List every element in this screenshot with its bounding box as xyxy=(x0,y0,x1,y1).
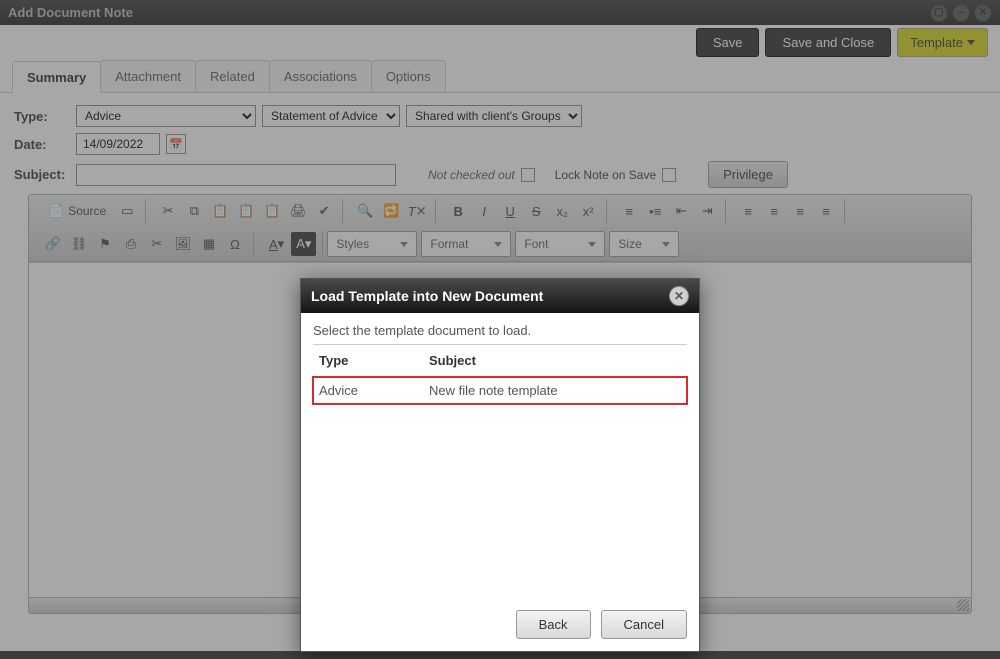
modal-close-button[interactable]: ✕ xyxy=(669,286,689,306)
tab-summary[interactable]: Summary xyxy=(12,61,101,93)
template-row-subject: New file note template xyxy=(423,377,687,405)
outdent-icon[interactable]: ⇤ xyxy=(669,199,693,223)
type-select[interactable]: Advice xyxy=(76,105,256,127)
cancel-button[interactable]: Cancel xyxy=(601,610,687,639)
textcolor-icon[interactable]: A▾ xyxy=(264,232,289,256)
format-select[interactable]: Format xyxy=(421,231,511,257)
template-button-label: Template xyxy=(910,35,963,50)
window-close-icon[interactable]: ✕ xyxy=(974,4,992,22)
align-right-icon[interactable]: ≡ xyxy=(788,199,812,223)
modal-titlebar: Load Template into New Document ✕ xyxy=(301,279,699,313)
paste-word-icon[interactable]: 📋 xyxy=(260,199,284,223)
save-close-button[interactable]: Save and Close xyxy=(765,28,891,57)
bold-icon[interactable]: B xyxy=(446,199,470,223)
copy-icon[interactable]: ⧉ xyxy=(182,199,206,223)
styles-label: Styles xyxy=(336,237,369,251)
anchor-icon[interactable]: ⎙ xyxy=(119,232,143,256)
source-label: Source xyxy=(68,204,106,218)
table-icon[interactable]: ▦ xyxy=(197,232,221,256)
paste-text-icon[interactable]: 📋 xyxy=(234,199,258,223)
link-icon[interactable]: 🔗 xyxy=(41,232,65,256)
lock-checkbox[interactable] xyxy=(662,168,676,182)
unlink-icon[interactable]: ⛓ xyxy=(67,232,91,256)
date-label: Date: xyxy=(14,137,70,152)
window-restore-icon[interactable]: ▢ xyxy=(930,4,948,22)
newpage-icon[interactable]: ▭ xyxy=(115,199,139,223)
superscript-icon[interactable]: x² xyxy=(576,199,600,223)
tab-related[interactable]: Related xyxy=(195,60,270,92)
source-button[interactable]: 📄Source xyxy=(41,199,113,223)
cut-icon[interactable]: ✂ xyxy=(156,199,180,223)
modal-title-text: Load Template into New Document xyxy=(311,288,543,304)
calendar-icon[interactable]: 📅 xyxy=(166,134,186,154)
chevron-down-icon xyxy=(967,40,975,45)
resize-grip-icon[interactable] xyxy=(957,599,969,611)
tab-options[interactable]: Options xyxy=(371,60,446,92)
action-bar: Save Save and Close Template xyxy=(0,25,1000,60)
bgcolor-icon[interactable]: A▾ xyxy=(291,232,316,256)
strike-icon[interactable]: S xyxy=(524,199,548,223)
type-select-2[interactable]: Statement of Advice xyxy=(262,105,400,127)
subscript-icon[interactable]: x₂ xyxy=(550,199,574,223)
replace-icon[interactable]: 🔁 xyxy=(379,199,403,223)
image-icon[interactable]: 🖼 xyxy=(171,232,195,256)
back-button[interactable]: Back xyxy=(516,610,591,639)
align-left-icon[interactable]: ≡ xyxy=(736,199,760,223)
size-label: Size xyxy=(618,237,641,251)
privilege-button[interactable]: Privilege xyxy=(708,161,788,188)
date-input[interactable] xyxy=(76,133,160,155)
lock-label: Lock Note on Save xyxy=(555,168,656,182)
remove-format-icon[interactable]: T⨯ xyxy=(405,199,429,223)
bottom-strip xyxy=(0,651,1000,659)
size-select[interactable]: Size xyxy=(609,231,679,257)
indent-icon[interactable]: ⇥ xyxy=(695,199,719,223)
type-label: Type: xyxy=(14,109,70,124)
template-grid: Type Subject Advice New file note templa… xyxy=(313,344,687,594)
subject-label: Subject: xyxy=(14,167,70,182)
template-row[interactable]: Advice New file note template xyxy=(313,377,687,405)
bullet-list-icon[interactable]: •≡ xyxy=(643,199,667,223)
font-label: Font xyxy=(524,237,548,251)
window-title: Add Document Note xyxy=(8,5,133,20)
type-select-3[interactable]: Shared with client's Groups xyxy=(406,105,582,127)
checked-out-checkbox[interactable] xyxy=(521,168,535,182)
tab-attachment[interactable]: Attachment xyxy=(100,60,196,92)
find-icon[interactable]: 🔍 xyxy=(353,199,377,223)
italic-icon[interactable]: I xyxy=(472,199,496,223)
format-label: Format xyxy=(430,237,468,251)
paste-icon[interactable]: 📋 xyxy=(208,199,232,223)
template-dropdown-button[interactable]: Template xyxy=(897,28,988,57)
tabstrip: Summary Attachment Related Associations … xyxy=(0,60,1000,93)
col-type-header: Type xyxy=(313,345,423,377)
styles-select[interactable]: Styles xyxy=(327,231,417,257)
editor-toolbar: 📄Source ▭ ✂ ⧉ 📋 📋 📋 🖨 ✔ 🔍 🔁 T⨯ B I U xyxy=(29,195,971,262)
cut2-icon[interactable]: ✂ xyxy=(145,232,169,256)
align-center-icon[interactable]: ≡ xyxy=(762,199,786,223)
subject-input[interactable] xyxy=(76,164,396,186)
load-template-modal: Load Template into New Document ✕ Select… xyxy=(300,278,700,652)
checked-out-status: Not checked out xyxy=(428,168,515,182)
flag-icon[interactable]: ⚑ xyxy=(93,232,117,256)
window-minimize-icon[interactable]: – xyxy=(952,4,970,22)
tab-associations[interactable]: Associations xyxy=(269,60,372,92)
align-justify-icon[interactable]: ≡ xyxy=(814,199,838,223)
font-select[interactable]: Font xyxy=(515,231,605,257)
underline-icon[interactable]: U xyxy=(498,199,522,223)
save-button[interactable]: Save xyxy=(696,28,760,57)
modal-instruction: Select the template document to load. xyxy=(313,323,687,338)
numbered-list-icon[interactable]: ≡ xyxy=(617,199,641,223)
spellcheck-icon[interactable]: ✔ xyxy=(312,199,336,223)
col-subject-header: Subject xyxy=(423,345,687,377)
print-icon[interactable]: 🖨 xyxy=(286,199,310,223)
window-titlebar: Add Document Note ▢ – ✕ xyxy=(0,0,1000,25)
omega-icon[interactable]: Ω xyxy=(223,232,247,256)
template-row-type: Advice xyxy=(313,377,423,405)
